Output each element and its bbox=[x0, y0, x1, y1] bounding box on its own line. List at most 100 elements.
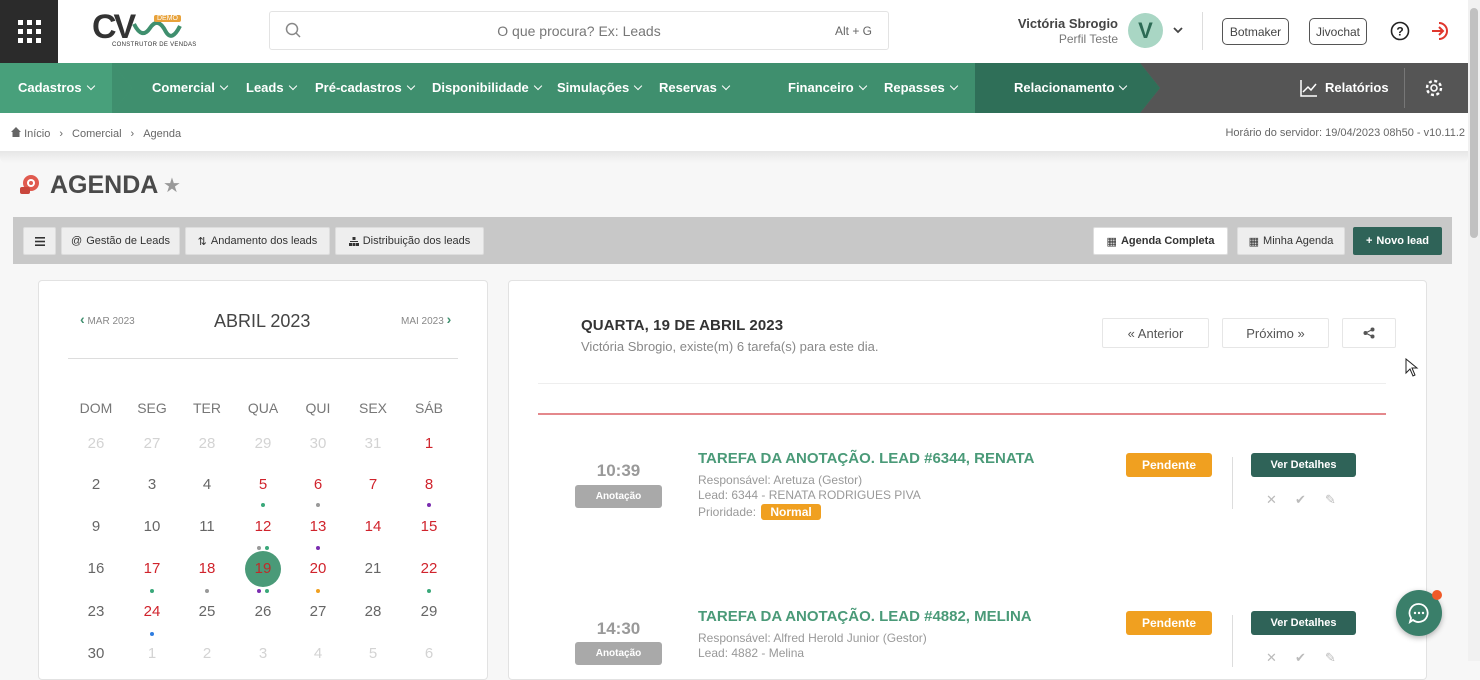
breadcrumb-comercial[interactable]: Comercial bbox=[72, 128, 122, 140]
calendar-day[interactable]: 2 bbox=[76, 476, 116, 493]
botmaker-button[interactable]: Botmaker bbox=[1222, 18, 1289, 45]
chat-widget-button[interactable] bbox=[1396, 590, 1442, 636]
task-title[interactable]: TAREFA DA ANOTAÇÃO. LEAD #6344, RENATA bbox=[698, 450, 1034, 467]
leads-distribution-button[interactable]: Distribuição dos leads bbox=[335, 227, 484, 255]
calendar-day[interactable]: 6 bbox=[298, 476, 338, 493]
calendar-day[interactable]: 26 bbox=[76, 435, 116, 452]
calendar-day[interactable]: 12 bbox=[243, 518, 283, 535]
nav-comercial[interactable]: Comercial bbox=[152, 80, 229, 95]
new-lead-button[interactable]: + Novo lead bbox=[1353, 227, 1442, 255]
pencil-icon[interactable]: ✎ bbox=[1325, 650, 1336, 666]
user-info[interactable]: Victória Sbrogio Perfil Teste bbox=[1018, 16, 1118, 46]
calendar-day[interactable]: 29 bbox=[243, 435, 283, 452]
calendar-day[interactable]: 23 bbox=[76, 603, 116, 620]
previous-day-button[interactable]: « Anterior bbox=[1102, 318, 1209, 348]
calendar-day[interactable]: 1 bbox=[132, 645, 172, 662]
calendar-day[interactable]: 31 bbox=[353, 435, 393, 452]
favorite-star-icon[interactable]: ★ bbox=[163, 173, 181, 198]
event-dot bbox=[316, 546, 320, 550]
calendar-day[interactable]: 21 bbox=[353, 560, 393, 577]
my-agenda-button[interactable]: ▦ Minha Agenda bbox=[1237, 227, 1345, 255]
calendar-day[interactable]: 28 bbox=[353, 603, 393, 620]
page-scrollbar[interactable] bbox=[1468, 0, 1480, 661]
page-title: AGENDA bbox=[50, 171, 159, 199]
pencil-icon[interactable]: ✎ bbox=[1325, 492, 1336, 508]
next-day-button[interactable]: Próximo » bbox=[1222, 318, 1329, 348]
calendar-day[interactable]: 1 bbox=[409, 435, 449, 452]
apps-grid-button[interactable] bbox=[0, 0, 58, 63]
day-subtitle: Victória Sbrogio, existe(m) 6 tarefa(s) … bbox=[581, 339, 879, 354]
task-title[interactable]: TAREFA DA ANOTAÇÃO. LEAD #4882, MELINA bbox=[698, 608, 1032, 625]
calendar-day[interactable]: 6 bbox=[409, 645, 449, 662]
calendar-day[interactable]: 4 bbox=[298, 645, 338, 662]
close-icon[interactable]: ✕ bbox=[1266, 650, 1277, 666]
help-icon[interactable]: ? bbox=[1390, 21, 1410, 41]
calendar-day[interactable]: 28 bbox=[187, 435, 227, 452]
scrollbar-thumb[interactable] bbox=[1470, 8, 1478, 238]
calendar-day[interactable]: 11 bbox=[187, 518, 227, 535]
share-icon bbox=[1363, 327, 1375, 339]
nav-disponibilidade[interactable]: Disponibilidade bbox=[432, 80, 543, 95]
calendar-day[interactable]: 22 bbox=[409, 560, 449, 577]
calendar-day[interactable]: 7 bbox=[353, 476, 393, 493]
logo[interactable]: CV DEMO CONSTRUTOR DE VENDAS bbox=[92, 8, 196, 52]
calendar-day[interactable]: 19 bbox=[243, 560, 283, 577]
calendar-day[interactable]: 27 bbox=[132, 435, 172, 452]
calendar-day[interactable]: 3 bbox=[132, 476, 172, 493]
calendar-day[interactable]: 9 bbox=[76, 518, 116, 535]
nav-pre-cadastros[interactable]: Pré-cadastros bbox=[315, 80, 415, 95]
avatar[interactable]: V bbox=[1128, 13, 1163, 48]
calendar-day[interactable]: 13 bbox=[298, 518, 338, 535]
calendar-day[interactable]: 10 bbox=[132, 518, 172, 535]
calendar-day[interactable]: 4 bbox=[187, 476, 227, 493]
nav-relacionamento[interactable]: Relacionamento bbox=[1014, 80, 1128, 95]
calendar-day[interactable]: 15 bbox=[409, 518, 449, 535]
calendar-day[interactable]: 8 bbox=[409, 476, 449, 493]
nav-leads[interactable]: Leads bbox=[246, 80, 297, 95]
nav-cadastros[interactable]: Cadastros bbox=[18, 80, 95, 95]
calendar-day[interactable]: 20 bbox=[298, 560, 338, 577]
check-icon[interactable]: ✔ bbox=[1295, 492, 1306, 508]
calendar-day[interactable]: 25 bbox=[187, 603, 227, 620]
next-month-link[interactable]: MAI 2023 › bbox=[401, 311, 451, 327]
nav-simulacoes[interactable]: Simulações bbox=[557, 80, 643, 95]
calendar-day[interactable]: 18 bbox=[187, 560, 227, 577]
check-icon[interactable]: ✔ bbox=[1295, 650, 1306, 666]
calendar-day[interactable]: 5 bbox=[243, 476, 283, 493]
calendar-day[interactable]: 5 bbox=[353, 645, 393, 662]
menu-toggle-button[interactable] bbox=[23, 227, 56, 255]
nav-repasses[interactable]: Repasses bbox=[884, 80, 958, 95]
task-time: 14:30 bbox=[596, 619, 641, 638]
share-button[interactable] bbox=[1342, 318, 1396, 348]
agenda-icon bbox=[20, 175, 39, 194]
calendar-day[interactable]: 16 bbox=[76, 560, 116, 577]
close-icon[interactable]: ✕ bbox=[1266, 492, 1277, 508]
calendar-day[interactable]: 27 bbox=[298, 603, 338, 620]
prev-month-link[interactable]: ‹ MAR 2023 bbox=[80, 311, 135, 327]
calendar-day[interactable]: 24 bbox=[132, 603, 172, 620]
nav-relatorios[interactable]: Relatórios bbox=[1325, 80, 1389, 95]
view-details-button[interactable]: Ver Detalhes bbox=[1251, 611, 1356, 635]
leads-progress-button[interactable]: ⇅ Andamento dos leads bbox=[185, 227, 330, 255]
calendar-day[interactable]: 29 bbox=[409, 603, 449, 620]
priority-badge: Normal bbox=[761, 504, 821, 520]
full-agenda-button[interactable]: ▦ Agenda Completa bbox=[1093, 227, 1228, 255]
calendar-day[interactable]: 2 bbox=[187, 645, 227, 662]
nav-financeiro[interactable]: Financeiro bbox=[788, 80, 867, 95]
nav-reservas[interactable]: Reservas bbox=[659, 80, 731, 95]
leads-management-button[interactable]: @ Gestão de Leads bbox=[61, 227, 180, 255]
event-dot bbox=[265, 589, 269, 593]
calendar-day[interactable]: 17 bbox=[132, 560, 172, 577]
view-details-button[interactable]: Ver Detalhes bbox=[1251, 453, 1356, 477]
gear-icon[interactable] bbox=[1424, 78, 1444, 98]
search-input[interactable]: O que procura? Ex: Leads Alt + G bbox=[269, 11, 889, 50]
breadcrumb-home[interactable]: Início bbox=[11, 127, 50, 140]
calendar-day[interactable]: 26 bbox=[243, 603, 283, 620]
calendar-day[interactable]: 3 bbox=[243, 645, 283, 662]
calendar-day[interactable]: 30 bbox=[76, 645, 116, 662]
calendar-day[interactable]: 30 bbox=[298, 435, 338, 452]
logout-icon[interactable] bbox=[1430, 20, 1452, 42]
jivochat-button[interactable]: Jivochat bbox=[1309, 18, 1367, 45]
calendar-day[interactable]: 14 bbox=[353, 518, 393, 535]
chevron-down-icon[interactable] bbox=[1172, 24, 1184, 36]
